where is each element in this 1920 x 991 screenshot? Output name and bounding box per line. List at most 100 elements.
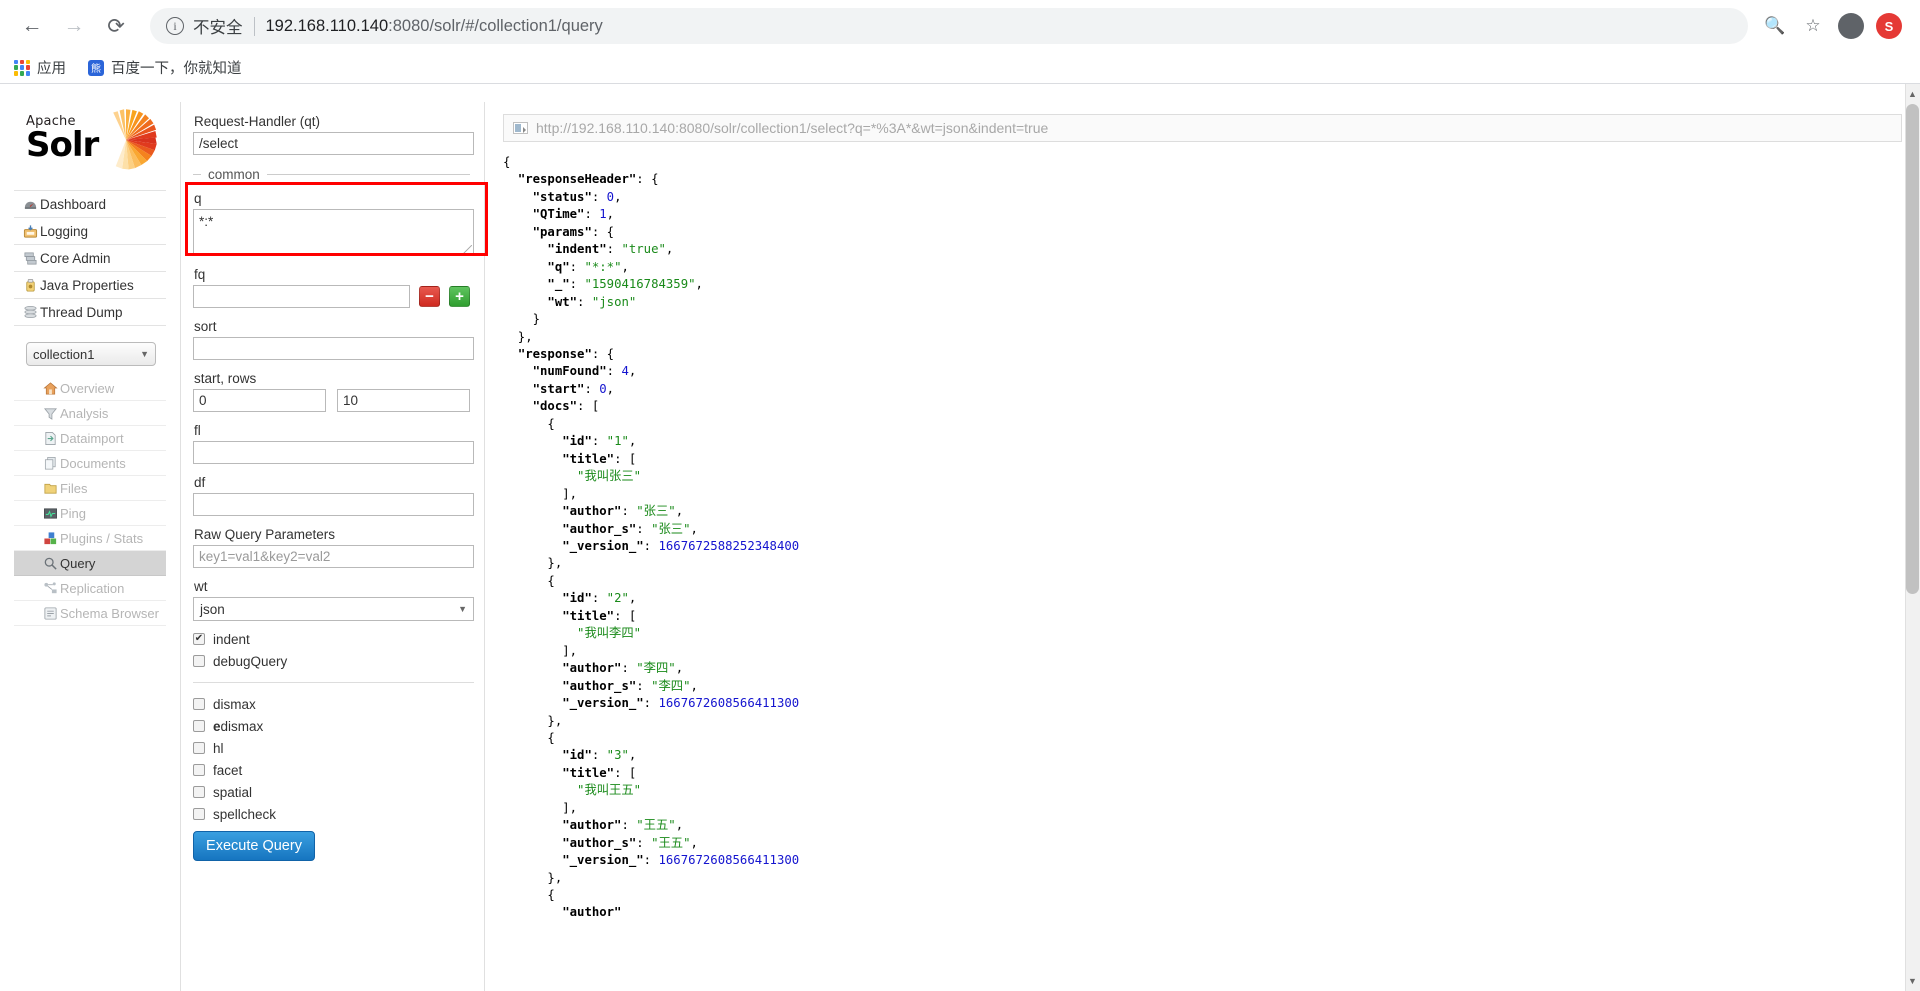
sidebar-item-dashboard[interactable]: Dashboard bbox=[14, 191, 166, 218]
checkbox-facet[interactable]: facet bbox=[193, 759, 470, 781]
site-info-icon[interactable]: i bbox=[166, 17, 184, 35]
checkbox-spatial[interactable]: spatial bbox=[193, 781, 470, 803]
fq-remove-button[interactable]: − bbox=[419, 286, 440, 307]
schema-browser-icon bbox=[40, 606, 60, 621]
checkbox-debugquery[interactable]: debugQuery bbox=[193, 650, 470, 672]
sidebar-item-query[interactable]: Query bbox=[14, 551, 166, 576]
bookmark-baidu[interactable]: 熊 百度一下，你就知道 bbox=[88, 57, 242, 78]
checkbox-label: debugQuery bbox=[213, 653, 288, 669]
scrollbar-thumb[interactable] bbox=[1906, 104, 1919, 594]
request-handler-label: Request-Handler (qt) bbox=[194, 114, 321, 129]
raw-query-parameters-input[interactable]: key1=val1&key2=val2 bbox=[193, 545, 474, 568]
sidebar-item-label: Files bbox=[60, 480, 88, 496]
sidebar-item-documents[interactable]: Documents bbox=[14, 451, 166, 476]
sidebar-item-thread-dump[interactable]: Thread Dump bbox=[14, 299, 166, 326]
bookmark-label: 应用 bbox=[37, 61, 66, 77]
sidebar-item-label: Overview bbox=[60, 380, 115, 396]
replication-nodes-icon bbox=[40, 581, 60, 596]
solr-sunburst-icon bbox=[113, 109, 157, 170]
request-url-text: http://192.168.110.140:8080/solr/collect… bbox=[536, 120, 1049, 136]
rows-value: 10 bbox=[343, 393, 359, 408]
solr-admin-page: ▲ ▼ Apache Solr Dashboard Logging Core A… bbox=[0, 84, 1920, 991]
wt-label: wt bbox=[194, 579, 208, 594]
fq-input[interactable] bbox=[193, 285, 410, 308]
documents-icon bbox=[40, 456, 60, 471]
sort-input[interactable] bbox=[193, 337, 474, 360]
checkbox-dismax[interactable]: dismax bbox=[193, 693, 470, 715]
sidebar-item-files[interactable]: Files bbox=[14, 476, 166, 501]
df-label: df bbox=[194, 475, 206, 490]
checkbox-box bbox=[193, 742, 205, 754]
bookmarks-bar: 应用 熊 百度一下，你就知道 bbox=[0, 52, 1920, 84]
sidebar-item-plugins-stats[interactable]: Plugins / Stats bbox=[14, 526, 166, 551]
wt-select[interactable]: json ▼ bbox=[193, 597, 474, 621]
dashboard-gauge-icon bbox=[20, 197, 40, 212]
sidebar-item-label: Dashboard bbox=[40, 196, 107, 212]
sidebar-item-label: Java Properties bbox=[40, 277, 134, 293]
star-icon[interactable]: ☆ bbox=[1796, 9, 1830, 43]
fl-input[interactable] bbox=[193, 441, 474, 464]
fl-label: fl bbox=[194, 423, 201, 438]
java-coffee-icon bbox=[20, 278, 40, 293]
funnel-icon bbox=[40, 406, 60, 421]
solr-logo[interactable]: Apache Solr bbox=[14, 102, 166, 190]
sidebar-item-analysis[interactable]: Analysis bbox=[14, 401, 166, 426]
checkbox-indent[interactable]: ✔ indent bbox=[193, 628, 470, 650]
page-scrollbar[interactable]: ▲ ▼ bbox=[1905, 84, 1920, 991]
checkbox-box bbox=[193, 655, 205, 667]
sidebar-item-label: Documents bbox=[60, 455, 126, 471]
checkbox-box: ✔ bbox=[193, 633, 205, 645]
execute-query-button[interactable]: Execute Query bbox=[193, 831, 315, 861]
checkbox-edismax[interactable]: edismax bbox=[193, 715, 470, 737]
sidebar-item-ping[interactable]: Ping bbox=[14, 501, 166, 526]
textarea-resize-grip[interactable] bbox=[463, 245, 472, 254]
request-url-bar[interactable]: http://192.168.110.140:8080/solr/collect… bbox=[503, 114, 1902, 142]
zoom-icon[interactable]: 🔍 bbox=[1758, 9, 1792, 43]
sidebar-item-label: Replication bbox=[60, 580, 125, 596]
forward-arrow-icon[interactable]: → bbox=[56, 8, 92, 44]
security-label: 不安全 bbox=[193, 19, 243, 37]
sidebar-item-replication[interactable]: Replication bbox=[14, 576, 166, 601]
fq-add-button[interactable]: + bbox=[449, 286, 470, 307]
raw-query-parameters-label: Raw Query Parameters bbox=[194, 527, 336, 542]
checkbox-box bbox=[193, 786, 205, 798]
chevron-down-icon: ▼ bbox=[140, 349, 149, 359]
core-selector-dropdown[interactable]: collection1 ▼ bbox=[26, 342, 156, 366]
sidebar-item-label: Ping bbox=[60, 505, 87, 521]
checkbox-spellcheck[interactable]: spellcheck bbox=[193, 803, 470, 825]
checkbox-box bbox=[193, 808, 205, 820]
back-arrow-icon[interactable]: ← bbox=[14, 8, 50, 44]
q-textarea[interactable]: *:* bbox=[193, 209, 474, 256]
sidebar-item-core-admin[interactable]: Core Admin bbox=[14, 245, 166, 272]
df-input[interactable] bbox=[193, 493, 474, 516]
sidebar-item-java-properties[interactable]: Java Properties bbox=[14, 272, 166, 299]
start-input[interactable]: 0 bbox=[193, 389, 326, 412]
fq-row: − + bbox=[193, 285, 470, 308]
sidebar-item-label: Logging bbox=[40, 223, 89, 239]
scroll-up-arrow-icon[interactable]: ▲ bbox=[1906, 86, 1919, 102]
url-text: 192.168.110.140:8080/solr/#/collection1/… bbox=[266, 17, 603, 36]
rows-input[interactable]: 10 bbox=[337, 389, 470, 412]
chevron-down-icon: ▼ bbox=[458, 604, 467, 614]
reload-icon[interactable]: ⟳ bbox=[98, 8, 134, 44]
checkbox-label: spatial bbox=[213, 784, 253, 800]
core-selector-value: collection1 bbox=[33, 346, 95, 362]
checkbox-label: hl bbox=[213, 740, 224, 756]
sidebar-item-dataimport[interactable]: Dataimport bbox=[14, 426, 166, 451]
request-handler-input[interactable]: /select bbox=[193, 132, 474, 155]
query-form-panel: Request-Handler (qt) /select common q *:… bbox=[180, 102, 488, 991]
checkbox-hl[interactable]: hl bbox=[193, 737, 470, 759]
address-bar[interactable]: i 不安全 192.168.110.140:8080/solr/#/collec… bbox=[150, 8, 1748, 44]
extension-badge-icon[interactable]: S bbox=[1872, 9, 1906, 43]
omnibox-divider bbox=[253, 16, 255, 36]
result-panel: http://192.168.110.140:8080/solr/collect… bbox=[485, 102, 1920, 991]
thread-dump-stack-icon bbox=[20, 305, 40, 320]
scroll-down-arrow-icon[interactable]: ▼ bbox=[1906, 973, 1919, 989]
common-legend: common bbox=[193, 167, 470, 182]
bookmark-apps[interactable]: 应用 bbox=[14, 57, 66, 78]
sidebar-item-logging[interactable]: Logging bbox=[14, 218, 166, 245]
sidebar-item-schema-browser[interactable]: Schema Browser bbox=[14, 601, 166, 626]
baidu-icon: 熊 bbox=[88, 59, 104, 76]
profile-avatar-icon[interactable] bbox=[1834, 9, 1868, 43]
sidebar-item-overview[interactable]: Overview bbox=[14, 376, 166, 401]
